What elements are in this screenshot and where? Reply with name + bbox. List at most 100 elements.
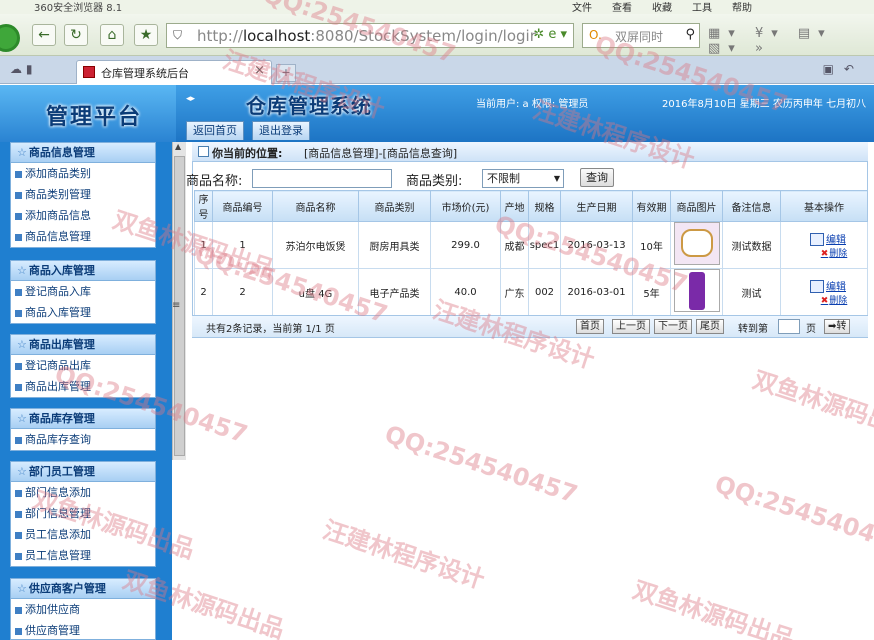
col-name: 商品名称	[272, 190, 359, 222]
cell-remark: 测试	[722, 268, 781, 316]
sidebar-group-department: ☆ 部门员工管理 部门信息添加 部门信息管理 员工信息添加 员工信息管理	[10, 461, 156, 567]
edit-link[interactable]: 编辑	[789, 231, 867, 247]
group-title[interactable]: ☆ 部门员工管理	[11, 462, 155, 482]
record-info: 共有2条记录，当前第 1/1 页	[206, 324, 335, 335]
group-title[interactable]: ☆ 商品库存管理	[11, 409, 155, 429]
cell-actions: 编辑 ✖删除	[780, 221, 868, 269]
search-engine-icon: O.	[589, 28, 602, 42]
sidebar-item-inventory-query[interactable]: 商品库存查询	[11, 429, 155, 450]
browser-title: 360安全浏览器 8.1	[34, 3, 123, 14]
cell-name: 苏泊尔电饭煲	[272, 221, 359, 269]
sidebar-item-category-manage[interactable]: 商品类别管理	[11, 184, 155, 205]
star-icon[interactable]: ★	[134, 24, 158, 46]
cell-origin: 成都	[500, 221, 529, 269]
sidebar-group-supplier: ☆ 供应商客户管理 添加供应商 供应商管理	[10, 578, 156, 640]
toolbar-icons[interactable]: ▦▾ ¥▾ ▤▾ ▧▾ »	[708, 26, 874, 56]
splitter-handle-icon[interactable]: ≡	[172, 300, 180, 311]
go-button[interactable]: ➡转	[824, 319, 851, 334]
last-page-button[interactable]: 尾页	[696, 319, 724, 334]
close-tab-icon[interactable]: ×	[254, 63, 265, 78]
col-seq: 序号	[194, 190, 213, 222]
sidebar-item-register-in[interactable]: 登记商品入库	[11, 281, 155, 302]
sidebar-item-add-department[interactable]: 部门信息添加	[11, 482, 155, 503]
cell-image	[670, 268, 723, 316]
col-spec: 规格	[528, 190, 561, 222]
table-header-row: 序号 商品编号 商品名称 商品类别 市场价(元) 产地 规格 生产日期 有效期 …	[194, 190, 868, 222]
group-title[interactable]: ☆ 商品信息管理	[11, 143, 155, 163]
breadcrumb-value: [商品信息管理]-[商品信息查询]	[304, 147, 458, 160]
window-controls-icon[interactable]: ▣↶	[823, 62, 864, 76]
bullet-icon	[15, 288, 22, 296]
sidebar-item-add-category[interactable]: 添加商品类别	[11, 163, 155, 184]
sidebar-item-register-out[interactable]: 登记商品出库	[11, 355, 155, 376]
table-row: 1 1 苏泊尔电饭煲 厨房用具类 299.0 成都 spec1 2016-03-…	[194, 221, 868, 269]
edit-link[interactable]: 编辑	[789, 278, 867, 294]
category-select[interactable]: 不限制 ▼	[482, 169, 564, 188]
product-table: 序号 商品编号 商品名称 商品类别 市场价(元) 产地 规格 生产日期 有效期 …	[194, 190, 868, 316]
next-page-button[interactable]: 下一页	[654, 319, 692, 334]
product-name-input[interactable]	[252, 169, 392, 188]
system-title: 仓库管理系统	[246, 94, 372, 118]
star-icon: ☆	[17, 146, 27, 159]
bullet-icon	[15, 552, 22, 560]
delete-link[interactable]: ✖删除	[801, 293, 867, 306]
menu-view[interactable]: 查看	[612, 3, 632, 14]
address-bar[interactable]: ⛉ http://localhost:8080/StockSystem/logi…	[166, 23, 574, 48]
home-icon[interactable]: ⌂	[100, 24, 124, 46]
breadcrumb: 你当前的位置: [商品信息管理]-[商品信息查询]	[192, 142, 868, 162]
back-icon[interactable]: ←	[32, 24, 56, 46]
sidebar-item-department-manage[interactable]: 部门信息管理	[11, 503, 155, 524]
sidebar-item-add-supplier[interactable]: 添加供应商	[11, 599, 155, 620]
star-icon: ☆	[17, 582, 27, 595]
bullet-icon	[15, 362, 22, 370]
search-box[interactable]: O. 双屏同时 ⚲	[582, 23, 700, 48]
browser-logo-icon	[0, 24, 20, 52]
tab-warehouse[interactable]: 仓库管理系统后台 ×	[76, 60, 272, 84]
first-page-button[interactable]: 首页	[576, 319, 604, 334]
menu-favorites[interactable]: 收藏	[652, 3, 672, 14]
bullet-icon	[15, 531, 22, 539]
col-code: 商品编号	[212, 190, 273, 222]
col-actions: 基本操作	[780, 190, 868, 222]
group-title[interactable]: ☆ 商品出库管理	[11, 335, 155, 355]
menu-help[interactable]: 帮助	[732, 3, 752, 14]
query-button[interactable]: 查询	[580, 168, 614, 187]
menu-tools[interactable]: 工具	[692, 3, 712, 14]
bullet-icon	[15, 627, 22, 635]
delete-icon: ✖	[820, 296, 829, 307]
sidebar-item-out-manage[interactable]: 商品出库管理	[11, 376, 155, 397]
group-title[interactable]: ☆ 商品入库管理	[11, 261, 155, 281]
refresh-icon[interactable]: ↻	[64, 24, 88, 46]
cell-date: 2016-03-01	[560, 268, 633, 316]
cloud-icon[interactable]: ☁ ▮	[10, 62, 32, 76]
collapse-toggle-icon[interactable]: ◂▸	[186, 94, 195, 104]
delete-link[interactable]: ✖删除	[801, 246, 867, 259]
sidebar-item-supplier-manage[interactable]: 供应商管理	[11, 620, 155, 639]
page-number-input[interactable]	[778, 319, 800, 334]
sidebar-item-in-manage[interactable]: 商品入库管理	[11, 302, 155, 323]
search-icon[interactable]: ⚲	[685, 27, 695, 42]
filter-row: 商品名称: 商品类别: 不限制 ▼ 查询	[186, 168, 874, 189]
sidebar-item-product-manage[interactable]: 商品信息管理	[11, 226, 155, 247]
cell-code: 1	[212, 221, 273, 269]
sidebar-item-add-product[interactable]: 添加商品信息	[11, 205, 155, 226]
sidebar-item-add-employee[interactable]: 员工信息添加	[11, 524, 155, 545]
edit-icon	[810, 233, 824, 247]
col-date: 生产日期	[560, 190, 633, 222]
cell-category: 厨房用具类	[358, 221, 431, 269]
scroll-up-icon[interactable]: ▲	[175, 142, 181, 151]
menu-file[interactable]: 文件	[572, 3, 592, 14]
logout-button[interactable]: 退出登录	[252, 121, 310, 140]
sidebar-group-product-info: ☆ 商品信息管理 添加商品类别 商品类别管理 添加商品信息 商品信息管理	[10, 142, 156, 248]
tab-title: 仓库管理系统后台	[101, 67, 189, 80]
new-tab-icon[interactable]: +	[276, 64, 296, 82]
bullet-icon	[15, 489, 22, 497]
breadcrumb-label: 你当前的位置:	[212, 147, 283, 160]
col-validity: 有效期	[632, 190, 671, 222]
col-remark: 备注信息	[722, 190, 781, 222]
group-title[interactable]: ☆ 供应商客户管理	[11, 579, 155, 599]
prev-page-button[interactable]: 上一页	[612, 319, 650, 334]
ie-engine-icon[interactable]: ✲ e ▾	[533, 27, 567, 42]
sidebar-item-employee-manage[interactable]: 员工信息管理	[11, 545, 155, 566]
home-button[interactable]: 返回首页	[186, 121, 244, 140]
